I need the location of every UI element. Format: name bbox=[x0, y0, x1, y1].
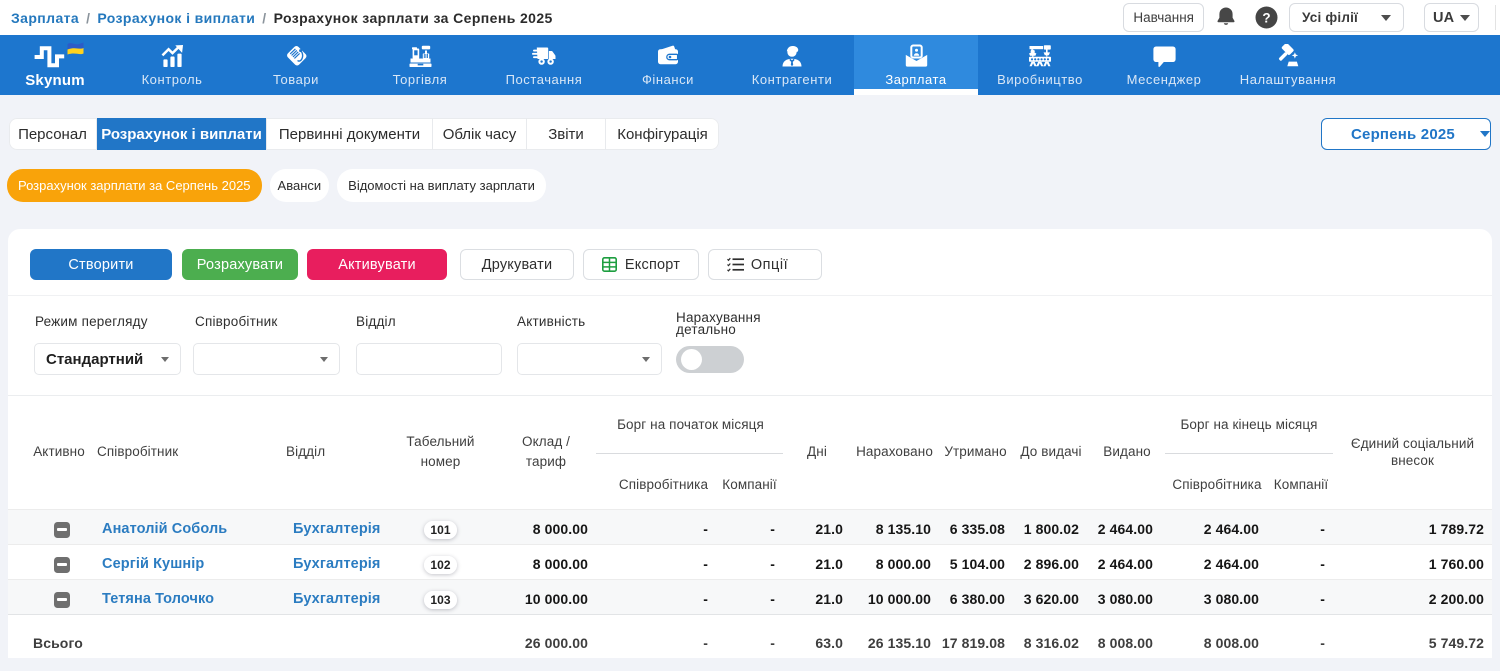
svg-text:?: ? bbox=[1262, 10, 1270, 25]
